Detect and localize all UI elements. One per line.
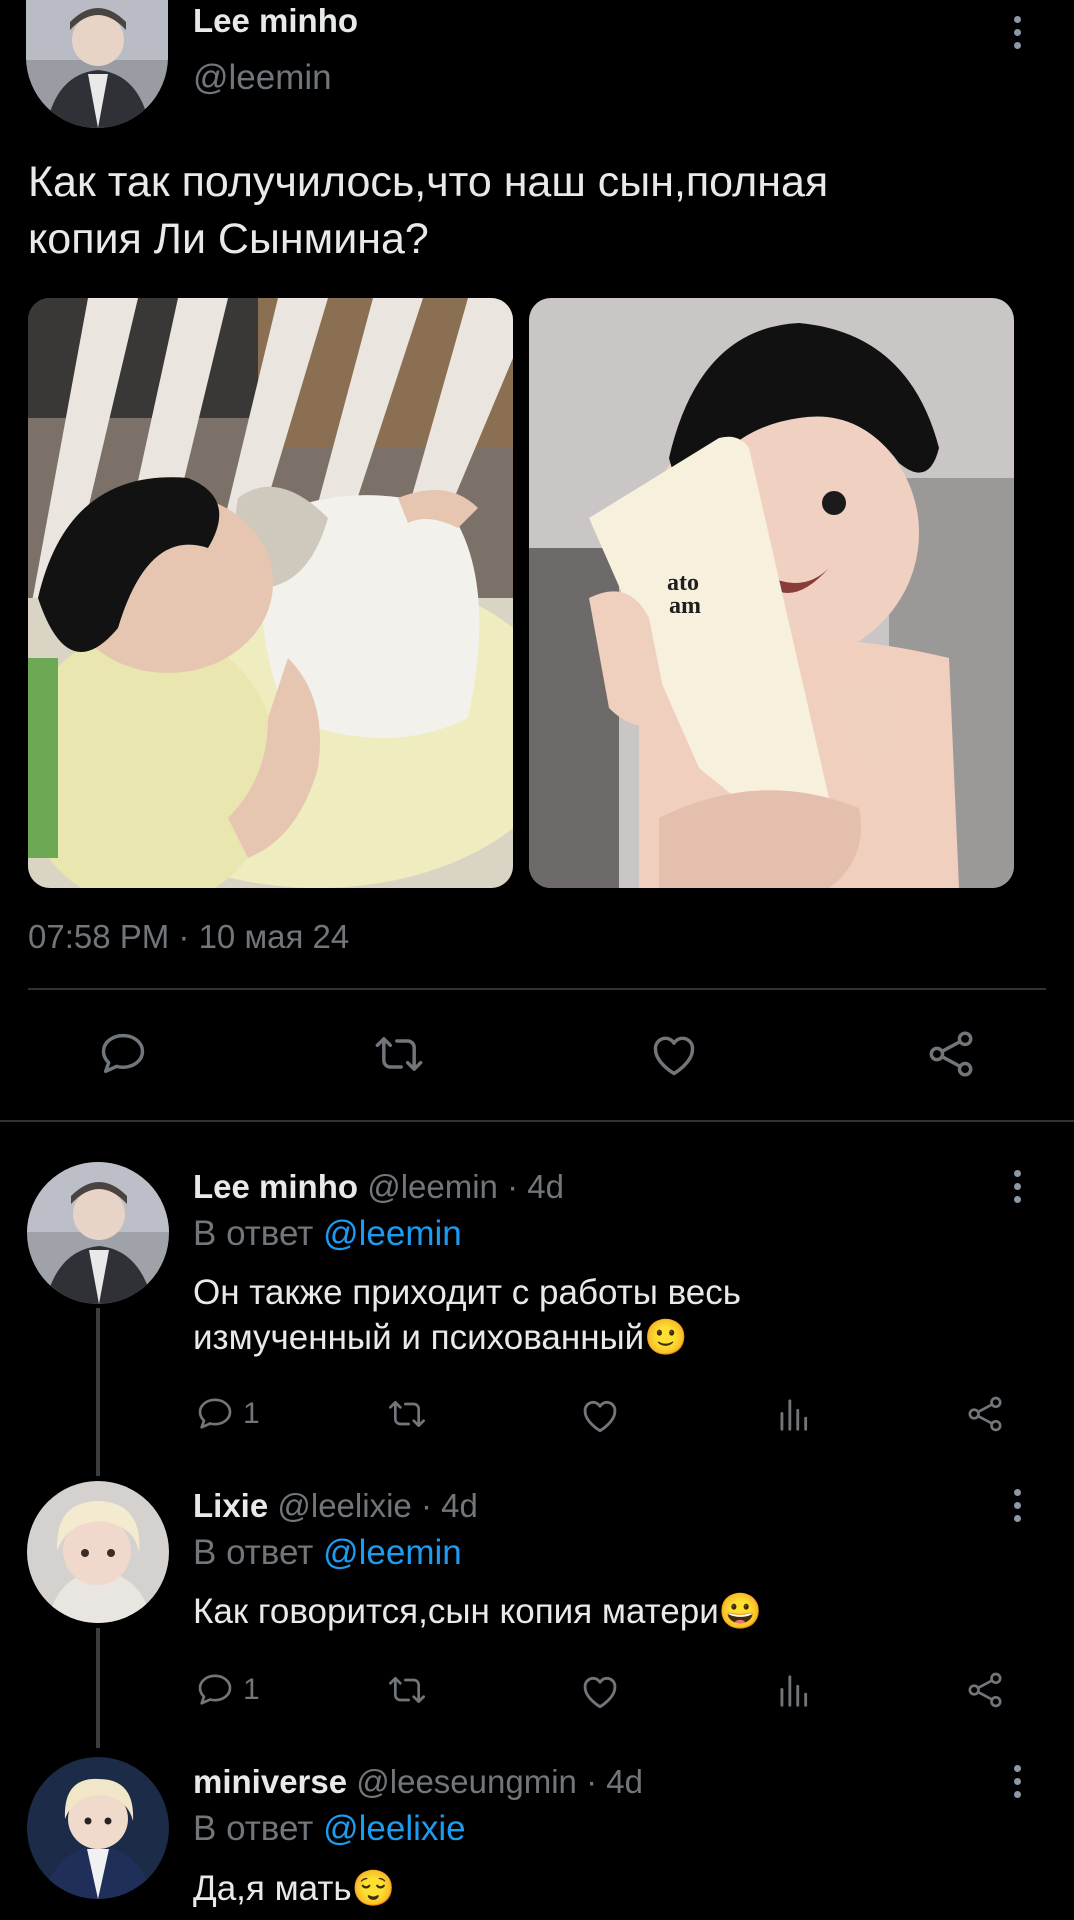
retweet-button[interactable] [370, 1028, 428, 1085]
thread-line [96, 1628, 100, 1748]
tweet-text-line: копия Ли Сынмина? [28, 215, 429, 263]
reply-text: Да,я мать😌 [193, 1866, 395, 1911]
views-icon [780, 1675, 808, 1707]
reply-avatar[interactable] [27, 1481, 169, 1623]
like-icon [583, 1676, 617, 1709]
views-button[interactable] [774, 1672, 812, 1715]
reply-icon [198, 1674, 232, 1705]
avatar-image [27, 1757, 169, 1899]
reply-count: 1 [243, 1673, 260, 1706]
tweet-text-line: Как так получилось,что наш сын,полная [28, 158, 829, 206]
author-handle[interactable]: @leemin [193, 58, 332, 98]
author-name[interactable]: Lee minho [193, 2, 358, 40]
retweet-button[interactable] [385, 1394, 429, 1439]
author-avatar[interactable] [26, 0, 168, 128]
reply-text-line: измученный и психованный🙂 [193, 1318, 688, 1357]
reply-prefix: В ответ [193, 1214, 314, 1253]
reply-text: Он также приходит с работы весь измученн… [193, 1270, 741, 1360]
reply-header: miniverse @leeseungmin · 4d [193, 1763, 643, 1801]
baby-cream-image: ato am [529, 298, 1014, 888]
share-icon [968, 1396, 1002, 1432]
more-options-icon[interactable] [1011, 16, 1023, 55]
reply-handle[interactable]: @leemin [367, 1168, 498, 1205]
views-icon [780, 1399, 808, 1431]
reply-prefix: В ответ [193, 1533, 314, 1572]
reply-text-line: Он также приходит с работы весь [193, 1273, 742, 1312]
views-button[interactable] [774, 1396, 812, 1439]
reply-author-name[interactable]: Lixie [193, 1487, 268, 1524]
reply-time: · 4d [507, 1168, 564, 1205]
reply-header: Lee minho @leemin · 4d [193, 1168, 564, 1206]
reply-text: Как говорится,сын копия матери😀 [193, 1589, 762, 1634]
reply-time: · 4d [420, 1487, 478, 1524]
like-icon [653, 1036, 695, 1076]
share-icon [929, 1031, 973, 1077]
reply-text-line: Да,я мать😌 [193, 1869, 396, 1908]
avatar-image [27, 1162, 169, 1304]
like-button[interactable] [579, 1395, 621, 1440]
retweet-icon [389, 1677, 425, 1703]
reply-text-line: Как говорится,сын копия матери😀 [193, 1592, 763, 1631]
reply-avatar[interactable] [27, 1162, 169, 1304]
tweet-photo-2[interactable]: ato am [529, 298, 1014, 888]
reply-handle[interactable]: @leeseungmin [356, 1763, 577, 1800]
like-button[interactable] [579, 1671, 621, 1716]
reply-icon [101, 1033, 145, 1074]
retweet-icon [375, 1037, 423, 1071]
reply-to-link[interactable]: @leemin [323, 1533, 462, 1572]
more-options-icon[interactable] [1011, 1170, 1023, 1209]
reply-time: · 4d [586, 1763, 643, 1800]
baby-crib-image [28, 298, 513, 888]
avatar-image [26, 0, 168, 128]
tweet-timestamp[interactable]: 07:58 PM · 10 мая 24 [28, 918, 349, 956]
reply-author-name[interactable]: Lee minho [193, 1168, 358, 1205]
reply-handle[interactable]: @leelixie [277, 1487, 411, 1524]
share-icon [968, 1672, 1002, 1708]
share-button[interactable] [965, 1670, 1005, 1715]
share-button[interactable] [965, 1394, 1005, 1439]
more-options-icon[interactable] [1011, 1765, 1023, 1804]
reply-to-link[interactable]: @leemin [323, 1214, 462, 1253]
reply-button[interactable] [97, 1028, 149, 1085]
retweet-icon [389, 1401, 425, 1427]
reply-prefix: В ответ [193, 1809, 314, 1848]
reply-icon [198, 1398, 232, 1429]
reply-count: 1 [243, 1397, 260, 1430]
reply-header: Lixie @leelixie · 4d [193, 1487, 478, 1525]
like-button[interactable] [648, 1029, 700, 1084]
reply-to-link[interactable]: @leelixie [323, 1809, 466, 1848]
tweet-text: Как так получилось,что наш сын,полная ко… [28, 154, 828, 268]
reply-author-name[interactable]: miniverse [193, 1763, 347, 1800]
svg-text:am: am [669, 593, 701, 619]
divider [28, 988, 1046, 990]
reply-context: В ответ @leemin [193, 1533, 462, 1573]
reply-button[interactable]: 1 [195, 1670, 260, 1710]
divider [0, 1120, 1074, 1122]
retweet-button[interactable] [385, 1670, 429, 1715]
thread-line [96, 1308, 100, 1476]
like-icon [583, 1400, 617, 1433]
avatar-image [27, 1481, 169, 1623]
share-button[interactable] [925, 1028, 977, 1085]
reply-button[interactable]: 1 [195, 1394, 260, 1434]
more-options-icon[interactable] [1011, 1489, 1023, 1528]
reply-avatar[interactable] [27, 1757, 169, 1899]
reply-context: В ответ @leelixie [193, 1809, 466, 1849]
tweet-photo-1[interactable] [28, 298, 513, 888]
reply-context: В ответ @leemin [193, 1214, 462, 1254]
